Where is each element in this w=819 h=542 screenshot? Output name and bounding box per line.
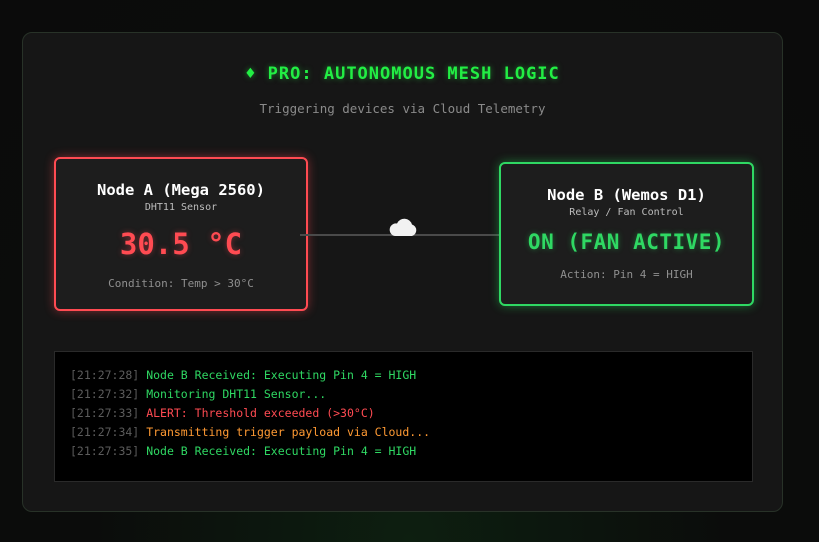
node-b-card: Node B (Wemos D1) Relay / Fan Control ON… xyxy=(499,162,754,306)
log-line: [21:27:33] ALERT: Threshold exceeded (>3… xyxy=(70,404,752,423)
node-a-card: Node A (Mega 2560) DHT11 Sensor 30.5 °C … xyxy=(54,157,308,311)
node-b-name: Node B (Wemos D1) xyxy=(547,186,706,204)
log-timestamp: [21:27:28] xyxy=(70,368,140,382)
log-line: [21:27:28] Node B Received: Executing Pi… xyxy=(70,366,752,385)
log-timestamp: [21:27:34] xyxy=(70,425,140,439)
cloud-icon xyxy=(389,218,417,236)
log-timestamp: [21:27:33] xyxy=(70,406,140,420)
log-line: [21:27:34] Transmitting trigger payload … xyxy=(70,423,752,442)
log-message: Transmitting trigger payload via Cloud..… xyxy=(146,425,431,439)
log-timestamp: [21:27:32] xyxy=(70,387,140,401)
log-message: Monitoring DHT11 Sensor... xyxy=(146,387,327,401)
node-a-sensor: DHT11 Sensor xyxy=(144,202,218,213)
log-line: [21:27:32] Monitoring DHT11 Sensor... xyxy=(70,385,752,404)
node-a-condition: Condition: Temp > 30°C xyxy=(108,277,254,290)
log-line: [21:27:35] Node B Received: Executing Pi… xyxy=(70,442,752,461)
node-a-temperature-reading: 30.5 °C xyxy=(119,227,243,261)
page-subtitle: Triggering devices via Cloud Telemetry xyxy=(259,101,546,116)
log-console[interactable]: [21:27:28] Node B Received: Executing Pi… xyxy=(54,351,753,482)
dashboard-panel: ♦ PRO: AUTONOMOUS MESH LOGIC Triggering … xyxy=(22,32,783,512)
node-b-state: ON (FAN ACTIVE) xyxy=(527,230,726,254)
log-message: ALERT: Threshold exceeded (>30°C) xyxy=(146,406,375,420)
node-b-action: Action: Pin 4 = HIGH xyxy=(560,268,693,281)
log-timestamp: [21:27:35] xyxy=(70,444,140,458)
log-message: Node B Received: Executing Pin 4 = HIGH xyxy=(146,444,417,458)
node-a-name: Node A (Mega 2560) xyxy=(97,181,265,199)
log-message: Node B Received: Executing Pin 4 = HIGH xyxy=(146,368,417,382)
page-title: ♦ PRO: AUTONOMOUS MESH LOGIC xyxy=(245,64,560,84)
node-b-role: Relay / Fan Control xyxy=(569,207,684,218)
